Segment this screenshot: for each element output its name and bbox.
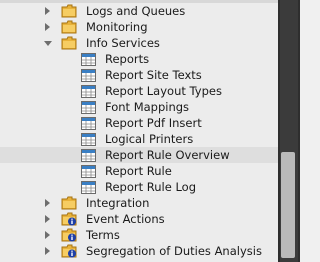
vertical-scrollbar[interactable] (278, 0, 300, 262)
expand-arrow-icon[interactable] (45, 231, 50, 239)
folder-info-icon (61, 244, 77, 258)
collapse-arrow-icon[interactable] (44, 41, 52, 46)
folder-info-icon (61, 228, 77, 242)
tree-item-reports[interactable]: Reports (0, 51, 300, 67)
tree-item-label: Logs and Queues (86, 4, 186, 18)
tree-item-label: Font Mappings (105, 100, 190, 114)
folder-icon (61, 20, 77, 34)
tree-item-integration[interactable]: Integration (0, 195, 300, 211)
expand-arrow-icon[interactable] (45, 7, 50, 15)
tree-item-label: Report Site Texts (105, 68, 202, 82)
tree-item-report-rule-log[interactable]: Report Rule Log (0, 179, 300, 195)
navigator-tree: Logs and Queues Monitoring Info Services… (0, 0, 300, 262)
tree-item-label: Event Actions (86, 212, 165, 226)
tree-item-report-pdf-insert[interactable]: Report Pdf Insert (0, 115, 300, 131)
table-icon (81, 53, 96, 66)
tree-item-label: Integration (86, 196, 150, 210)
table-icon (81, 149, 96, 162)
table-icon (81, 101, 96, 114)
tree-item-report-layout-types[interactable]: Report Layout Types (0, 83, 300, 99)
folder-icon (61, 4, 77, 18)
expand-arrow-icon[interactable] (45, 23, 50, 31)
tree-item-label: Report Layout Types (105, 84, 222, 98)
tree-item-info-services[interactable]: Info Services (0, 35, 300, 51)
tree-item-label: Report Rule Log (105, 180, 197, 194)
tree-item-label: Segregation of Duties Analysis (86, 244, 262, 258)
table-icon (81, 85, 96, 98)
tree-item-segregation-of-duties-analysis[interactable]: Segregation of Duties Analysis (0, 243, 300, 259)
tree-item-report-rule[interactable]: Report Rule (0, 163, 300, 179)
folder-icon (61, 196, 77, 210)
expand-arrow-icon[interactable] (45, 199, 50, 207)
tree-item-label: Terms (86, 228, 120, 242)
tree-item-label: Logical Printers (105, 132, 194, 146)
tree-item-logical-printers[interactable]: Logical Printers (0, 131, 300, 147)
folder-info-icon (61, 212, 77, 226)
tree-item-report-rule-overview[interactable]: Report Rule Overview (0, 147, 300, 163)
tree-item-monitoring[interactable]: Monitoring (0, 19, 300, 35)
tree-item-label: Report Rule Overview (105, 148, 230, 162)
tree-item-label: Monitoring (86, 20, 148, 34)
table-icon (81, 165, 96, 178)
tree-item-terms[interactable]: Terms (0, 227, 300, 243)
folder-open-icon (61, 36, 77, 50)
tree-item-logs-and-queues[interactable]: Logs and Queues (0, 3, 300, 19)
tree-item-font-mappings[interactable]: Font Mappings (0, 99, 300, 115)
table-icon (81, 133, 96, 146)
table-icon (81, 117, 96, 130)
expand-arrow-icon[interactable] (45, 247, 50, 255)
tree-item-label: Report Rule (105, 164, 172, 178)
tree-item-label: Report Pdf Insert (105, 116, 202, 130)
table-icon (81, 69, 96, 82)
scrollbar-thumb[interactable] (281, 152, 295, 258)
table-icon (81, 181, 96, 194)
tree-item-report-site-texts[interactable]: Report Site Texts (0, 67, 300, 83)
tree-item-event-actions[interactable]: Event Actions (0, 211, 300, 227)
tree-item-label: Info Services (86, 36, 160, 50)
tree-item-label: Reports (105, 52, 150, 66)
expand-arrow-icon[interactable] (45, 215, 50, 223)
